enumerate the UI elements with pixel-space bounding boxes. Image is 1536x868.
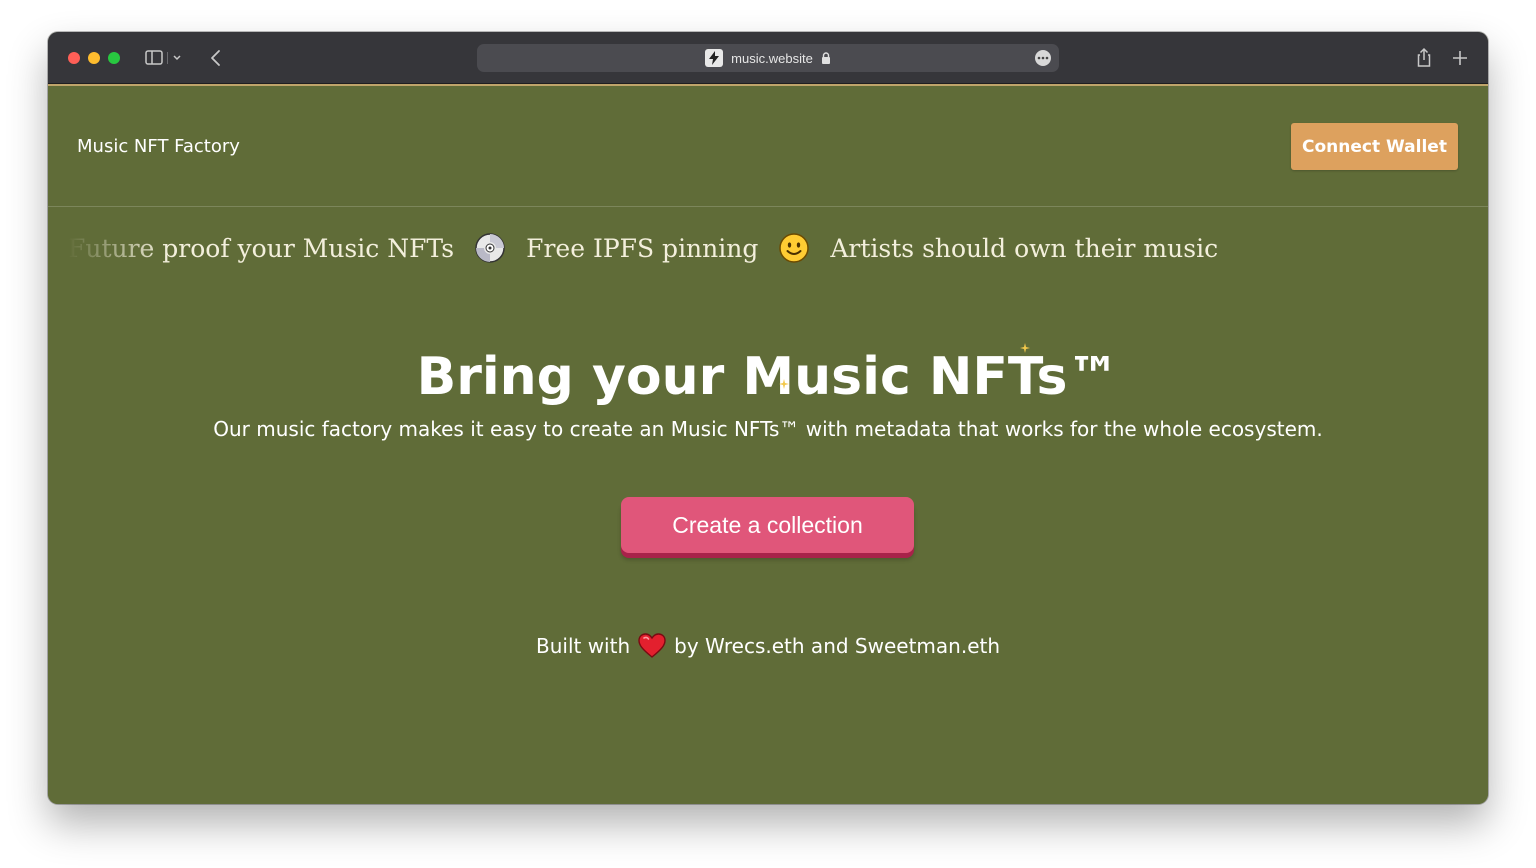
close-window-button[interactable] — [68, 52, 80, 64]
marquee-text: Future proof your Music NFTs — [68, 233, 455, 263]
footer-credits: Built with by Wrecs.eth and Sweetman.eth — [48, 633, 1488, 659]
hero-subtitle: Our music factory makes it easy to creat… — [213, 417, 1323, 441]
lightning-icon — [709, 51, 720, 65]
footer-prefix: Built with — [535, 634, 631, 658]
marquee-item: Future proof your Music NFTs — [68, 232, 526, 264]
marquee-text: Free IPFS pinning — [526, 233, 759, 263]
more-icon — [1037, 56, 1049, 60]
share-icon — [1417, 47, 1431, 67]
sparkle-icon — [1020, 343, 1030, 353]
marquee-item: Artists should own their music — [830, 234, 1218, 263]
trademark-mark: ™ — [1067, 347, 1120, 407]
plus-icon — [1453, 51, 1467, 65]
hero-title: Bring your Music NFTs™ — [48, 345, 1488, 409]
minimize-window-button[interactable] — [88, 52, 100, 64]
hero-title-prefix: Bring your — [416, 347, 743, 407]
heart-icon — [638, 633, 666, 659]
sidebar-toggle-button[interactable] — [144, 46, 188, 70]
feature-marquee: Future proof your Music NFTs Free IPFS p… — [68, 226, 1474, 270]
marquee-item: Free IPFS pinning — [526, 232, 830, 264]
browser-window: music.website Music NFT Factory Connect … — [48, 32, 1488, 804]
brand-link[interactable]: Music NFT Factory — [77, 136, 240, 157]
sidebar-icon — [145, 50, 181, 65]
sparkle-icon — [779, 379, 789, 389]
chevron-left-icon — [211, 50, 220, 66]
back-button[interactable] — [204, 46, 228, 70]
connect-wallet-button[interactable]: Connect Wallet — [1291, 123, 1458, 170]
fullscreen-window-button[interactable] — [108, 52, 120, 64]
browser-toolbar: music.website — [48, 32, 1488, 84]
address-bar[interactable]: music.website — [477, 44, 1059, 72]
create-collection-button[interactable]: Create a collection — [621, 497, 914, 553]
share-button[interactable] — [1412, 46, 1436, 70]
page-options-button[interactable] — [1035, 50, 1051, 66]
url-text: music.website — [731, 50, 813, 66]
web-page: Music NFT Factory Connect Wallet Future … — [48, 84, 1488, 804]
hero-title-strong: Music NFTs — [742, 347, 1068, 407]
site-favicon — [705, 49, 724, 67]
site-header: Music NFT Factory Connect Wallet — [48, 86, 1488, 207]
cd-disc-icon — [474, 232, 506, 264]
marquee-text: Artists should own their music — [830, 233, 1219, 263]
lock-icon — [821, 52, 830, 64]
new-tab-button[interactable] — [1448, 46, 1472, 70]
smiley-face-icon — [778, 232, 810, 264]
footer-suffix: by Wrecs.eth and Sweetman.eth — [674, 634, 1001, 658]
